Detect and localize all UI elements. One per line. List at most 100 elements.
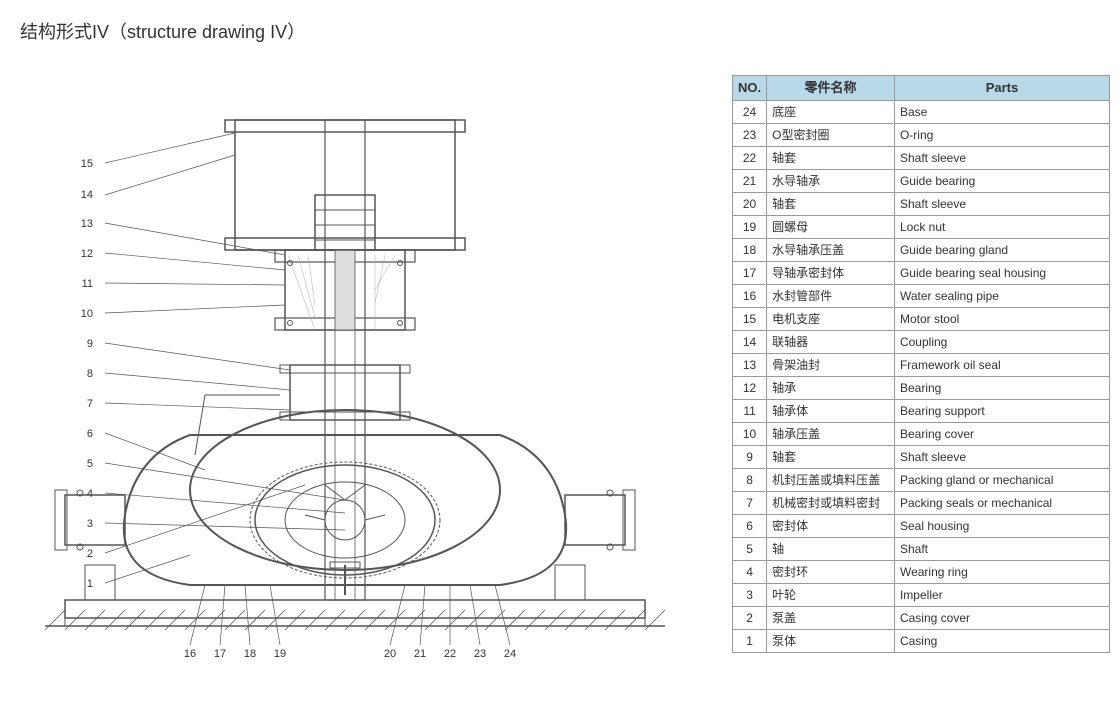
row-number: 3 [733,583,767,606]
row-cn-name: 联轴器 [767,330,895,353]
row-number: 2 [733,606,767,629]
svg-text:8: 8 [87,368,93,380]
svg-text:11: 11 [82,278,93,290]
svg-text:16: 16 [184,648,196,660]
row-cn-name: 机械密封或填料密封 [767,491,895,514]
row-cn-name: 轴 [767,537,895,560]
row-number: 6 [733,514,767,537]
row-cn-name: 泵体 [767,629,895,652]
table-row: 20轴套Shaft sleeve [733,192,1110,215]
row-number: 5 [733,537,767,560]
row-en-name: Guide bearing gland [894,238,1109,261]
table-row: 1泵体Casing [733,629,1110,652]
table-row: 16水封管部件Water sealing pipe [733,284,1110,307]
svg-text:21: 21 [414,648,426,660]
svg-text:4: 4 [87,488,93,500]
svg-text:3: 3 [87,518,93,530]
row-number: 19 [733,215,767,238]
svg-text:1: 1 [87,578,93,590]
table-row: 19圆螺母Lock nut [733,215,1110,238]
row-number: 14 [733,330,767,353]
row-number: 18 [733,238,767,261]
table-row: 9轴套Shaft sleeve [733,445,1110,468]
header-cn: 零件名称 [767,76,895,101]
row-cn-name: 骨架油封 [767,353,895,376]
row-en-name: Packing gland or mechanical [894,468,1109,491]
row-number: 16 [733,284,767,307]
row-en-name: Shaft sleeve [894,445,1109,468]
row-number: 1 [733,629,767,652]
row-en-name: Bearing cover [894,422,1109,445]
svg-text:12: 12 [81,248,93,260]
row-cn-name: 轴承体 [767,399,895,422]
table-row: 17导轴承密封体Guide bearing seal housing [733,261,1110,284]
row-cn-name: 叶轮 [767,583,895,606]
parts-table-container: NO. 零件名称 Parts 24底座Base23O型密封圈O-ring22轴套… [732,75,1110,653]
row-en-name: Casing cover [894,606,1109,629]
parts-table: NO. 零件名称 Parts 24底座Base23O型密封圈O-ring22轴套… [732,75,1110,653]
table-row: 2泵盖Casing cover [733,606,1110,629]
table-row: 15电机支座Motor stool [733,307,1110,330]
row-cn-name: 圆螺母 [767,215,895,238]
table-row: 8机封压盖或填料压盖Packing gland or mechanical [733,468,1110,491]
row-en-name: Motor stool [894,307,1109,330]
row-number: 7 [733,491,767,514]
table-row: 14联轴器Coupling [733,330,1110,353]
row-en-name: Bearing [894,376,1109,399]
table-row: 13骨架油封Framework oil seal [733,353,1110,376]
header-en: Parts [894,76,1109,101]
svg-text:6: 6 [87,428,93,440]
row-cn-name: 水封管部件 [767,284,895,307]
row-number: 23 [733,123,767,146]
svg-text:23: 23 [474,648,486,660]
row-number: 9 [733,445,767,468]
row-en-name: Guide bearing [894,169,1109,192]
header-no: NO. [733,76,767,101]
row-cn-name: 水导轴承压盖 [767,238,895,261]
table-row: 24底座Base [733,100,1110,123]
svg-text:5: 5 [87,458,93,470]
row-en-name: Wearing ring [894,560,1109,583]
row-cn-name: 轴套 [767,192,895,215]
svg-text:22: 22 [444,648,456,660]
svg-text:9: 9 [87,338,93,350]
row-en-name: Shaft sleeve [894,146,1109,169]
row-cn-name: 水导轴承 [767,169,895,192]
row-cn-name: 密封体 [767,514,895,537]
svg-text:15: 15 [81,158,93,170]
svg-text:14: 14 [81,189,93,201]
row-en-name: Coupling [894,330,1109,353]
svg-text:17: 17 [214,648,226,660]
table-row: 3叶轮Impeller [733,583,1110,606]
row-en-name: Water sealing pipe [894,284,1109,307]
svg-text:2: 2 [87,548,93,560]
row-en-name: Framework oil seal [894,353,1109,376]
row-en-name: Base [894,100,1109,123]
table-row: 6密封体Seal housing [733,514,1110,537]
row-number: 4 [733,560,767,583]
row-cn-name: 电机支座 [767,307,895,330]
row-number: 24 [733,100,767,123]
page-title: 结构形式IV（structure drawing IV） [20,18,305,44]
row-en-name: Impeller [894,583,1109,606]
row-number: 15 [733,307,767,330]
row-cn-name: 机封压盖或填料压盖 [767,468,895,491]
table-row: 10轴承压盖Bearing cover [733,422,1110,445]
row-en-name: Shaft [894,537,1109,560]
row-number: 10 [733,422,767,445]
table-row: 4密封环Wearing ring [733,560,1110,583]
row-number: 17 [733,261,767,284]
table-row: 18水导轴承压盖Guide bearing gland [733,238,1110,261]
row-number: 13 [733,353,767,376]
row-number: 21 [733,169,767,192]
svg-text:18: 18 [244,648,256,660]
row-en-name: Guide bearing seal housing [894,261,1109,284]
svg-text:7: 7 [87,398,93,410]
svg-text:20: 20 [384,648,396,660]
row-number: 8 [733,468,767,491]
table-row: 7机械密封或填料密封Packing seals or mechanical [733,491,1110,514]
row-en-name: Bearing support [894,399,1109,422]
row-cn-name: O型密封圈 [767,123,895,146]
row-en-name: Packing seals or mechanical [894,491,1109,514]
row-cn-name: 轴套 [767,146,895,169]
